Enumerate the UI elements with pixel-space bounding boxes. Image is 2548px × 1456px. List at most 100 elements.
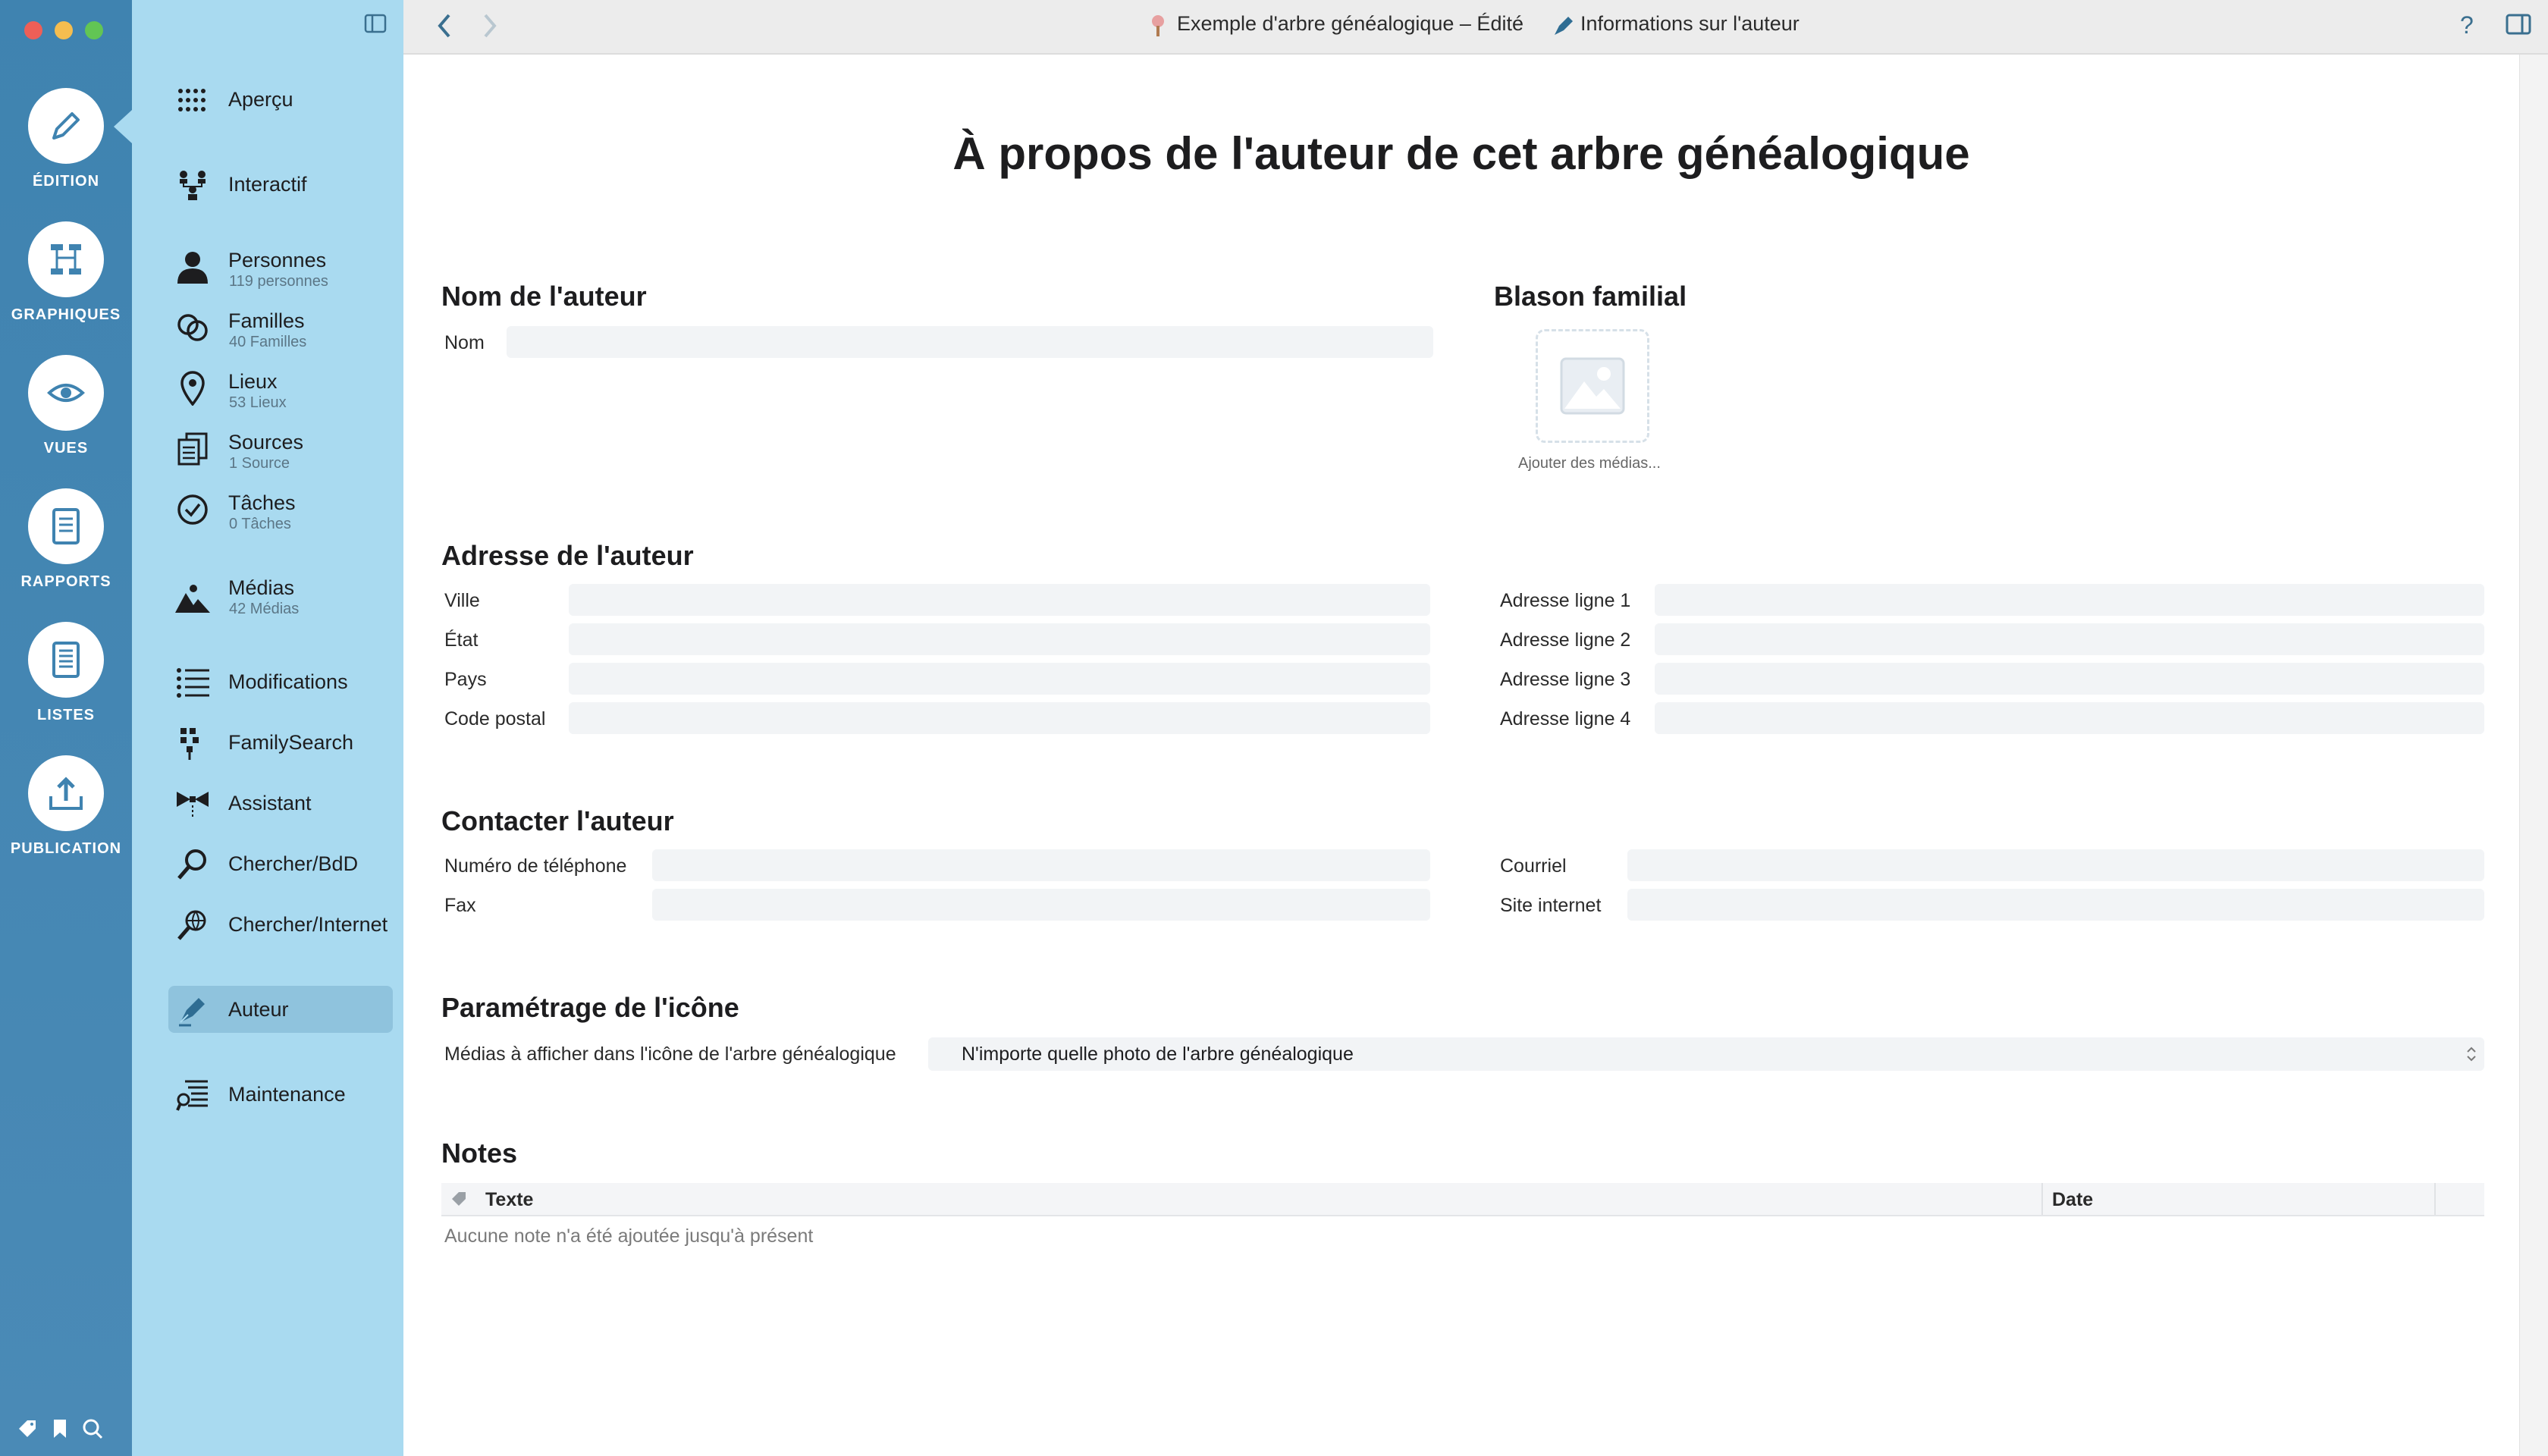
list-doc-icon — [28, 622, 104, 698]
address-line-4-label: Adresse ligne 4 — [1500, 708, 1631, 730]
sources-icon — [173, 429, 212, 469]
updown-chevron-icon — [2467, 1046, 2476, 1062]
author-name-heading: Nom de l'auteur — [441, 281, 647, 312]
city-field[interactable] — [569, 584, 1430, 616]
person-icon — [173, 247, 212, 287]
rail-item-rapports[interactable]: RAPPORTS — [0, 488, 132, 591]
rail-item-publication[interactable]: PUBLICATION — [0, 755, 132, 858]
mountains-icon — [173, 578, 212, 617]
state-field[interactable] — [569, 623, 1430, 655]
postal-code-label: Code postal — [444, 708, 546, 730]
address-line-2-label: Adresse ligne 2 — [1500, 629, 1631, 651]
postal-code-field[interactable] — [569, 702, 1430, 734]
column-divider — [2434, 1183, 2436, 1215]
sidebar-item-count: 119 personnes — [229, 273, 328, 290]
sidebar-item-count: 42 Médias — [229, 601, 300, 617]
rail-item-listes[interactable]: LISTES — [0, 622, 132, 724]
rail-label: LISTES — [36, 707, 95, 723]
phone-label: Numéro de téléphone — [444, 855, 627, 877]
sidebar-item-label: Aperçu — [228, 88, 293, 111]
sidebar-item-label: FamilySearch — [228, 731, 354, 754]
bookmark-icon[interactable] — [52, 1418, 68, 1439]
pencil-icon — [28, 88, 104, 164]
rail-label: VUES — [43, 440, 89, 457]
svg-text:?: ? — [2460, 12, 2474, 39]
minimize-window-button[interactable] — [55, 21, 73, 39]
add-media-dropzone[interactable] — [1536, 329, 1649, 443]
notes-column-date[interactable]: Date — [2052, 1189, 2093, 1211]
rail-item-edition[interactable]: ÉDITION — [0, 88, 132, 190]
sidebar-toggle-icon[interactable] — [364, 14, 387, 33]
notes-empty-message: Aucune note n'a été ajoutée jusqu'à prés… — [444, 1225, 814, 1247]
notes-column-text[interactable]: Texte — [485, 1189, 533, 1211]
notes-heading: Notes — [441, 1138, 518, 1169]
address-line-1-label: Adresse ligne 1 — [1500, 590, 1631, 611]
people-tree-icon — [173, 165, 212, 205]
address-line-2-field[interactable] — [1655, 623, 2484, 655]
sidebar-item-count: 53 Lieux — [229, 394, 287, 411]
tag-icon[interactable] — [17, 1418, 38, 1439]
page-title: À propos de l'auteur de cet arbre généal… — [952, 128, 1970, 179]
website-label: Site internet — [1500, 895, 1602, 916]
sidebar-item-label: Sources — [228, 431, 304, 453]
icon-media-select[interactable]: N'importe quelle photo de l'arbre généal… — [928, 1037, 2484, 1071]
address-line-1-field[interactable] — [1655, 584, 2484, 616]
zoom-window-button[interactable] — [85, 21, 103, 39]
back-chevron-icon[interactable] — [437, 14, 452, 38]
grid-icon — [173, 80, 212, 120]
tree-document-icon — [1152, 15, 1164, 36]
email-field[interactable] — [1627, 849, 2484, 881]
help-icon[interactable]: ? — [2457, 12, 2475, 39]
phone-field[interactable] — [652, 849, 1430, 881]
rail-label: GRAPHIQUES — [11, 306, 121, 323]
add-media-link[interactable]: Ajouter des médias... — [1518, 455, 1661, 472]
sidebar-item-count: 0 Tâches — [229, 516, 291, 532]
bowtie-icon — [173, 784, 212, 824]
close-window-button[interactable] — [24, 21, 42, 39]
sidebar-item-label: Tâches — [228, 491, 296, 514]
column-divider — [2041, 1183, 2043, 1215]
city-label: Ville — [444, 590, 480, 611]
icon-media-label: Médias à afficher dans l'icône de l'arbr… — [444, 1043, 896, 1065]
window-title: Exemple d'arbre généalogique – Édité — [1177, 12, 1523, 35]
rail-item-graphiques[interactable]: GRAPHIQUES — [0, 221, 132, 324]
map-pin-icon — [173, 369, 212, 408]
forward-chevron-icon[interactable] — [482, 14, 497, 38]
rail-item-vues[interactable]: VUES — [0, 355, 132, 457]
window-subtitle: Informations sur l'auteur — [1580, 12, 1800, 35]
sidebar-item-label: Personnes — [228, 249, 327, 271]
list-icon — [173, 663, 212, 702]
country-field[interactable] — [569, 663, 1430, 695]
search-tree-icon[interactable] — [82, 1418, 103, 1439]
rail-label: ÉDITION — [32, 173, 100, 190]
rail-label: RAPPORTS — [20, 573, 111, 590]
sidebar-item-label: Assistant — [228, 792, 312, 814]
fax-field[interactable] — [652, 889, 1430, 921]
state-label: État — [444, 629, 479, 651]
author-info-page: À propos de l'auteur de cet arbre généal… — [403, 55, 2519, 1456]
address-line-4-field[interactable] — [1655, 702, 2484, 734]
sidebar-item-count: 40 Familles — [229, 334, 307, 350]
notes-table-header: Texte Date — [441, 1183, 2484, 1216]
name-field[interactable] — [507, 326, 1433, 358]
website-field[interactable] — [1627, 889, 2484, 921]
sidebar-item-label: Auteur — [228, 998, 289, 1021]
address-line-3-label: Adresse ligne 3 — [1500, 669, 1631, 690]
rail-label: PUBLICATION — [10, 840, 122, 857]
sidebar-item-label: Maintenance — [228, 1083, 346, 1106]
sidebar-item-label: Interactif — [228, 173, 307, 196]
sidebar-item-label: Familles — [228, 309, 305, 332]
image-placeholder-icon — [1560, 357, 1625, 415]
sidebar-item-label: Médias — [228, 576, 295, 599]
icon-media-select-value: N'importe quelle photo de l'arbre généal… — [962, 1043, 1354, 1065]
familysearch-tree-icon — [173, 723, 212, 763]
icon-settings-heading: Paramétrage de l'icône — [441, 992, 739, 1023]
sidebar-item-label: Modifications — [228, 670, 348, 693]
address-heading: Adresse de l'auteur — [441, 540, 694, 571]
vertical-scrollbar[interactable] — [2519, 55, 2548, 1456]
inspector-toggle-icon[interactable] — [2506, 14, 2531, 36]
address-line-3-field[interactable] — [1655, 663, 2484, 695]
rail-bottom-tools — [17, 1418, 103, 1439]
fountain-pen-icon — [173, 990, 212, 1030]
maintenance-icon — [173, 1075, 212, 1115]
